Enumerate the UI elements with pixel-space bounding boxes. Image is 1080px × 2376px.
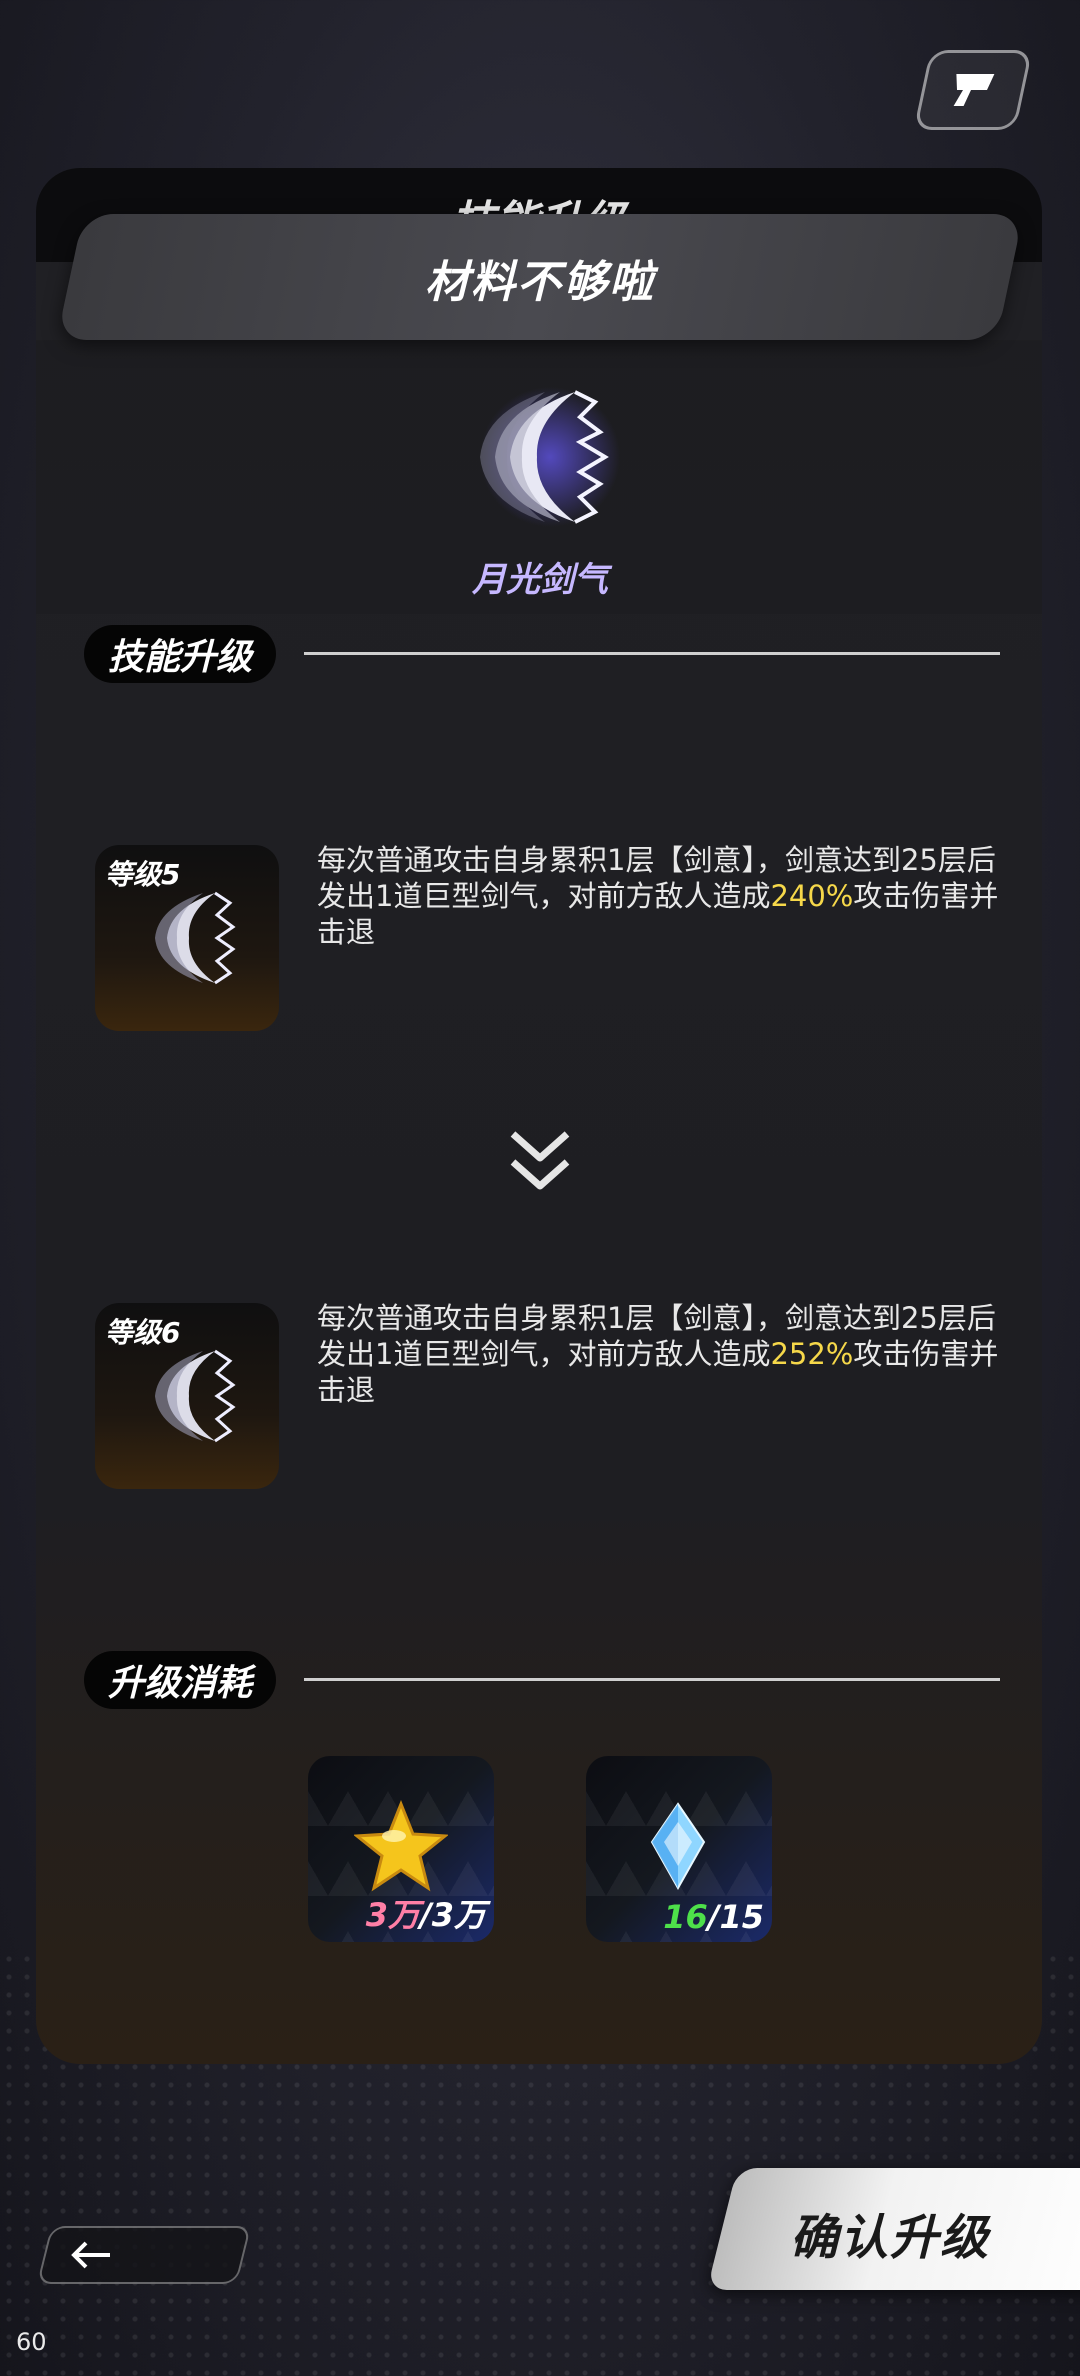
section-title-upgrade: 技能升级 — [84, 625, 277, 683]
skill-name: 月光剑气 — [472, 560, 608, 600]
cost-have: 3万 — [365, 1896, 421, 1934]
section-title-cost: 升级消耗 — [84, 1651, 277, 1709]
level-card-next: 等级6 — [95, 1303, 279, 1489]
level-description-current: 每次普通攻击自身累积1层【剑意】，剑意达到25层后发出1道巨型剑气，对前方敌人造… — [317, 842, 1005, 950]
moonlight-sword-qi-icon — [480, 387, 620, 527]
cost-need: /3万 — [420, 1896, 486, 1934]
level-description-next: 每次普通攻击自身累积1层【剑意】，剑意达到25层后发出1道巨型剑气，对前方敌人造… — [317, 1300, 1005, 1408]
cost-need: /15 — [707, 1898, 764, 1936]
cost-item-gold-stars[interactable]: 3万/3万 — [308, 1756, 494, 1942]
star-icon — [354, 1800, 448, 1892]
damage-percent-current: 240% — [770, 879, 854, 913]
section-header-upgrade: 技能升级 — [84, 625, 277, 683]
corner-logo-button[interactable] — [913, 50, 1033, 130]
section-divider-cost — [304, 1678, 1000, 1681]
section-divider-upgrade — [304, 652, 1000, 655]
skill-level-icon — [155, 891, 236, 985]
back-button[interactable] — [36, 2226, 252, 2284]
cost-have: 16 — [663, 1898, 708, 1936]
level-card-current: 等级5 — [95, 845, 279, 1031]
confirm-upgrade-label: 确认升级 — [790, 2210, 991, 2266]
logo-icon — [953, 74, 995, 106]
cost-item-crystals[interactable]: 16/15 — [586, 1756, 772, 1942]
cost-count: 16/15 — [663, 1898, 764, 1936]
cost-count: 3万/3万 — [366, 1890, 486, 1936]
section-header-cost: 升级消耗 — [84, 1651, 277, 1709]
fps-counter: 60 — [16, 2328, 47, 2356]
skill-level-icon — [155, 1349, 236, 1443]
arrow-left-icon — [71, 2241, 110, 2269]
crystal-icon — [650, 1802, 706, 1890]
damage-percent-next: 252% — [770, 1337, 854, 1371]
double-chevron-down-icon — [510, 1131, 570, 1190]
banner-title: 材料不够啦 — [425, 257, 655, 308]
